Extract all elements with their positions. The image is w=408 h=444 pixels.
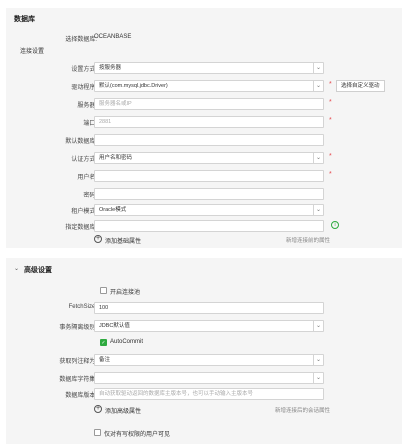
fetch-size-input[interactable]: 100: [94, 302, 324, 314]
advanced-panel: ⌄ 高级设置 开启连接池 FetchSize: 100 事务隔离级别: JDBC…: [6, 258, 402, 444]
default-db-row: 默认数据库:: [6, 134, 402, 146]
advanced-section-title: 高级设置: [24, 267, 52, 274]
auth-select[interactable]: 用户名和密码 ⌄: [94, 152, 324, 164]
tenant-mode-select[interactable]: Oracle模式 ⌄: [94, 204, 324, 216]
checkbox-icon: [94, 429, 101, 436]
add-basic-property-label: 添加基础属性: [105, 239, 142, 245]
required-marker: *: [329, 117, 332, 124]
port-row: 端口: 2881 *: [6, 116, 402, 128]
plus-circle-icon: +: [94, 235, 102, 243]
specify-db-input[interactable]: [94, 220, 324, 232]
add-basic-property[interactable]: + 添加基础属性 新增连接前的属性: [94, 234, 330, 246]
comment-as-select[interactable]: 备注 ⌄: [94, 354, 324, 366]
visible-only-authorized-label: 仅对有写权限的用户可见: [104, 432, 171, 438]
enable-pool-label: 开启连接池: [110, 290, 141, 296]
server-input[interactable]: 服务器名或IP: [94, 98, 324, 110]
info-icon[interactable]: i: [331, 221, 339, 229]
connect-method-value: 按服务器: [99, 65, 122, 71]
add-basic-property-hint: 新增连接前的属性: [285, 238, 330, 244]
database-section-title: 数据库: [14, 16, 35, 23]
connection-settings-title: 连接设置: [20, 49, 45, 55]
required-marker: *: [329, 153, 332, 160]
chevron-down-icon: ⌄: [313, 321, 323, 331]
default-db-label: 默认数据库:: [65, 139, 97, 145]
tenant-mode-value: Oracle模式: [99, 207, 127, 213]
db-version-label: 数据库版本:: [65, 393, 97, 399]
chevron-down-icon: ⌄: [313, 205, 323, 215]
connect-method-row: 设置方式: 按服务器 ⌄: [6, 62, 402, 74]
charset-select[interactable]: ⌄: [94, 372, 324, 384]
add-advanced-property-hint: 新增连接后的会话属性: [274, 408, 330, 414]
comment-as-value: 备注: [99, 357, 111, 363]
specify-db-label: 指定数据库:: [65, 225, 97, 231]
driver-select[interactable]: 默认(com.mysql.jdbc.Driver) ⌄: [94, 80, 324, 92]
auth-value: 用户名和密码: [99, 155, 133, 161]
default-db-input[interactable]: [94, 134, 324, 146]
isolation-label: 事务隔离级别:: [59, 325, 97, 331]
required-marker: *: [329, 81, 332, 88]
selected-database-value: OCEANBASE: [94, 34, 132, 40]
chevron-down-icon[interactable]: ⌄: [14, 265, 19, 272]
tenant-mode-row: 租户模式: Oracle模式 ⌄: [6, 204, 402, 216]
isolation-select[interactable]: JDBC默认值 ⌄: [94, 320, 324, 332]
db-version-input[interactable]: 自动获取驱动返回的数据库主版本号，也可以手动输入主版本号: [94, 388, 324, 400]
db-version-row: 数据库版本: 自动获取驱动返回的数据库主版本号，也可以手动输入主版本号: [6, 388, 402, 400]
password-input[interactable]: [94, 188, 324, 200]
chevron-down-icon: ⌄: [313, 355, 323, 365]
comment-as-row: 获取列注释为: 备注 ⌄: [6, 354, 402, 366]
comment-as-label: 获取列注释为:: [59, 359, 97, 365]
required-marker: *: [329, 171, 332, 178]
isolation-row: 事务隔离级别: JDBC默认值 ⌄: [6, 320, 402, 332]
chevron-down-icon: ⌄: [313, 373, 323, 383]
checkmark-icon: ✓: [100, 339, 107, 346]
add-advanced-property-label: 添加高级属性: [105, 409, 142, 415]
autocommit-label: AutoCommit: [110, 339, 144, 345]
auth-row: 认证方式: 用户名和密码 ⌄ *: [6, 152, 402, 164]
port-input[interactable]: 2881: [94, 116, 324, 128]
server-row: 服务器: 服务器名或IP *: [6, 98, 402, 110]
isolation-value: JDBC默认值: [99, 323, 130, 329]
fetch-size-label: FetchSize:: [68, 304, 97, 310]
driver-value: 默认(com.mysql.jdbc.Driver): [99, 83, 168, 89]
selected-database-row: 选择数据库: OCEANBASE: [6, 32, 402, 44]
username-row: 用户名: *: [6, 170, 402, 182]
password-row: 密码:: [6, 188, 402, 200]
add-advanced-property[interactable]: + 添加高级属性 新增连接后的会话属性: [94, 404, 330, 416]
plus-circle-icon: +: [94, 405, 102, 413]
chevron-down-icon: ⌄: [313, 63, 323, 73]
charset-label: 数据库字符集:: [59, 377, 97, 383]
custom-driver-button[interactable]: 选择自定义驱动: [336, 80, 385, 92]
charset-row: 数据库字符集: ⌄: [6, 372, 402, 384]
specify-db-row: 指定数据库: i: [6, 220, 402, 232]
chevron-down-icon: ⌄: [313, 81, 323, 91]
chevron-down-icon: ⌄: [313, 153, 323, 163]
selected-database-label: 选择数据库:: [65, 37, 97, 43]
checkbox-icon: [100, 287, 107, 294]
driver-row: 驱动程序: 默认(com.mysql.jdbc.Driver) ⌄ * 选择自定…: [6, 80, 402, 92]
database-panel: 数据库 选择数据库: OCEANBASE 连接设置 设置方式: 按服务器 ⌄ 驱…: [6, 8, 402, 248]
connect-method-select[interactable]: 按服务器 ⌄: [94, 62, 324, 74]
fetch-size-row: FetchSize: 100: [6, 302, 402, 314]
visible-only-authorized-checkbox[interactable]: 仅对有写权限的用户可见: [94, 428, 294, 438]
username-input[interactable]: [94, 170, 324, 182]
required-marker: *: [329, 99, 332, 106]
